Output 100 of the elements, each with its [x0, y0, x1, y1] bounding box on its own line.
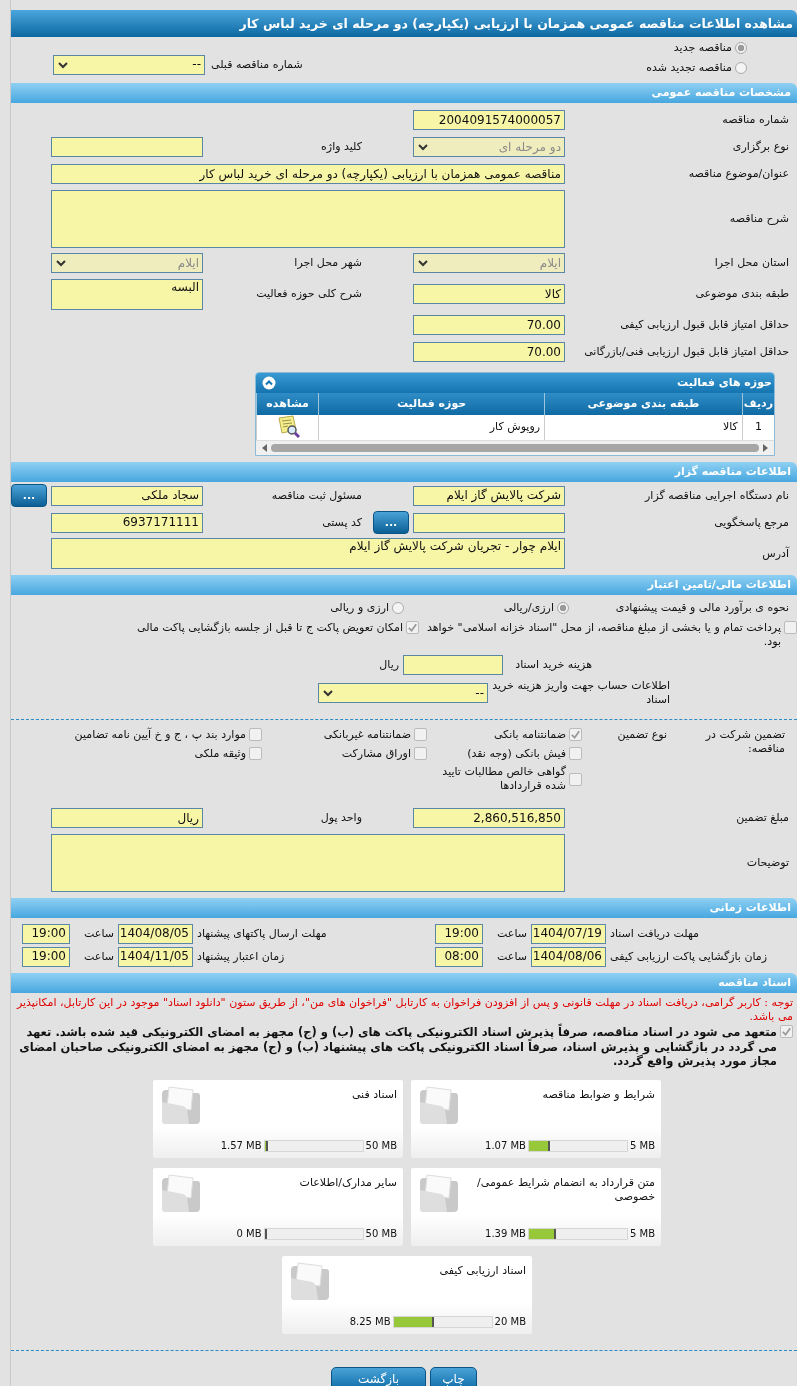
field-label: عنوان/موضوع مناقصه: [687, 167, 789, 181]
checkbox[interactable]: [406, 620, 419, 634]
text-area[interactable]: ایلام چوار - تجریان شرکت پالایش گاز ایلام: [51, 538, 565, 569]
date-field[interactable]: 1404/08/06: [531, 946, 606, 967]
back-button[interactable]: بازگشت: [331, 1367, 426, 1386]
radio-button[interactable]: [557, 601, 569, 614]
document-magnifier-icon[interactable]: [275, 415, 300, 440]
field-label: کد پستی: [321, 515, 362, 530]
field-label: توضیحات: [745, 855, 789, 870]
checkbox[interactable]: [569, 728, 582, 742]
time-field[interactable]: 19:00: [22, 946, 70, 967]
column-header[interactable]: ردیف: [742, 392, 774, 415]
input-field[interactable]: شرکت پالایش گاز ایلام: [413, 485, 565, 506]
field-label: زمان بازگشایی پاکت ارزیابی کیفی: [610, 949, 769, 964]
input-field[interactable]: کالا: [413, 284, 565, 304]
more-button[interactable]: ...: [373, 511, 409, 534]
field-label: شماره مناقصه قبلی: [211, 57, 303, 72]
input-field[interactable]: 6937171111: [51, 512, 203, 533]
size-label: 1.07 MB: [485, 1139, 526, 1153]
size-label: 5 MB: [629, 1227, 655, 1241]
field-label: شماره مناقصه: [721, 113, 789, 127]
checkbox[interactable]: [780, 1025, 793, 1039]
field-label: شرح مناقصه: [728, 211, 789, 226]
option-label: مناقصه تجدید شده: [646, 60, 732, 75]
time-field[interactable]: 19:00: [22, 923, 70, 944]
more-button[interactable]: ...: [11, 484, 47, 507]
table-cell: روپوش کار: [318, 414, 545, 441]
input-field[interactable]: 2004091574000057: [413, 110, 565, 130]
input-field[interactable]: [403, 655, 503, 676]
document-name: شرایط و ضوابط مناقصه: [541, 1088, 655, 1103]
page-title: مشاهده اطلاعات مناقصه عمومی همزمان با ارزیابی (یکپارچه) دو مرحله ای خرید لباس کار: [11, 10, 797, 37]
date-field[interactable]: 1404/11/05: [118, 946, 193, 967]
radio-button[interactable]: [735, 61, 747, 74]
input-field[interactable]: 70.00: [413, 315, 565, 335]
input-field[interactable]: [413, 512, 565, 533]
checkbox-label: اوراق مشارکت: [341, 746, 411, 761]
text-area[interactable]: [51, 833, 565, 892]
document-name: اسناد ارزیابی کیفی: [438, 1264, 526, 1279]
column-header[interactable]: مشاهده: [256, 392, 319, 415]
field-label: زمان اعتبار پیشنهاد: [197, 949, 286, 964]
unit-label: ریال: [379, 658, 399, 673]
dropdown[interactable]: --: [53, 54, 205, 75]
checkbox[interactable]: [249, 746, 262, 760]
collapse-icon[interactable]: [262, 375, 276, 390]
field-label: استان محل اجرا: [713, 256, 789, 270]
field-label: واحد پول: [319, 811, 362, 826]
caret-icon: [55, 258, 67, 268]
radio-button[interactable]: [392, 601, 404, 614]
caret-icon: [417, 258, 429, 268]
size-label: 8.25 MB: [349, 1315, 391, 1329]
checkbox[interactable]: [784, 620, 797, 634]
date-field[interactable]: 1404/08/05: [118, 923, 193, 944]
input-field[interactable]: ریال: [51, 808, 203, 829]
horizontal-scrollbar[interactable]: [256, 441, 774, 455]
option-label: ارزی/ریالی: [503, 601, 554, 615]
field-label: مهلت ارسال پاکتهای پیشنهاد: [197, 926, 328, 941]
size-label: 50 MB: [365, 1227, 397, 1241]
caret-icon: [322, 688, 334, 698]
checkbox-label: ضمانتنامه غیربانکی: [323, 727, 411, 742]
field-label: شرح کلی حوزه فعالیت: [255, 287, 362, 301]
size-label: 50 MB: [365, 1139, 397, 1153]
checkbox[interactable]: [249, 728, 262, 742]
text-area[interactable]: البسه: [51, 278, 203, 310]
time-field[interactable]: 19:00: [435, 923, 483, 944]
input-field[interactable]: مناقصه عمومی همزمان با ارزیابی (یکپارچه) دو مرحله ای خرید لباس کار: [51, 164, 565, 184]
caret-icon: [417, 142, 429, 152]
input-field[interactable]: [51, 137, 203, 157]
input-field[interactable]: 70.00: [413, 342, 565, 362]
table-cell: 1: [742, 414, 774, 441]
size-label: 1.39 MB: [485, 1227, 526, 1241]
section-header: اطلاعات زمانی: [11, 897, 797, 918]
print-button[interactable]: چاپ: [430, 1367, 477, 1386]
field-label: نام دستگاه اجرایی مناقصه گزار: [643, 488, 789, 503]
checkbox-label: وثیقه ملکی: [194, 746, 246, 761]
checkbox[interactable]: [414, 728, 427, 742]
field-label: حداقل امتیاز قابل قبول ارزیابی کیفی: [619, 318, 789, 332]
caret-icon: [57, 59, 69, 70]
field-label: کلید واژه: [320, 140, 362, 154]
checkbox[interactable]: [569, 746, 582, 760]
input-field[interactable]: سجاد ملکی: [51, 485, 203, 506]
input-field[interactable]: 2,860,516,850: [413, 808, 565, 829]
column-header[interactable]: حوزه فعالیت: [318, 392, 545, 415]
radio-button[interactable]: [735, 41, 747, 54]
field-label: مسئول ثبت مناقصه: [270, 488, 362, 503]
checkbox-label: موارد بند پ ، ج و خ آیین نامه تضامین: [74, 727, 246, 742]
checkbox[interactable]: [414, 746, 427, 760]
checkbox[interactable]: [569, 772, 582, 786]
time-field[interactable]: 08:00: [435, 946, 483, 967]
text-area[interactable]: [51, 189, 565, 248]
field-label: ساعت: [83, 926, 114, 941]
pledge-text: متعهد می شود در اسناد مناقصه، صرفاً پذیرش اسناد الکترونیکی پاکت های (ب) و (ج) مجهز به امضای الکترونیکی قید شده باشد. تعهد می گردد در بازگشایی و پذیرش اسناد، صرفاً اسناد الکترونیکی پاکت های پیشنهاد (ب) و (ج) مجهز به امضای الکترونیکی صاحبان امضای مجاز مورد پذیرش واقع گردد.: [18, 1025, 777, 1069]
date-field[interactable]: 1404/07/19: [531, 923, 606, 944]
field-label: آدرس: [761, 546, 789, 561]
table-cell: کالا: [544, 414, 743, 441]
field-label: حداقل امتیاز قابل قبول ارزیابی فنی/بازرگانی: [583, 345, 789, 359]
document-name: متن قرارداد به انضمام شرایط عمومی/خصوصی: [476, 1176, 655, 1204]
checkbox-label: فیش بانکی (وجه نقد): [467, 746, 566, 761]
column-header[interactable]: طبقه بندی موضوعی: [544, 392, 743, 415]
dropdown[interactable]: --: [318, 683, 488, 703]
field-label: ساعت: [496, 949, 527, 964]
